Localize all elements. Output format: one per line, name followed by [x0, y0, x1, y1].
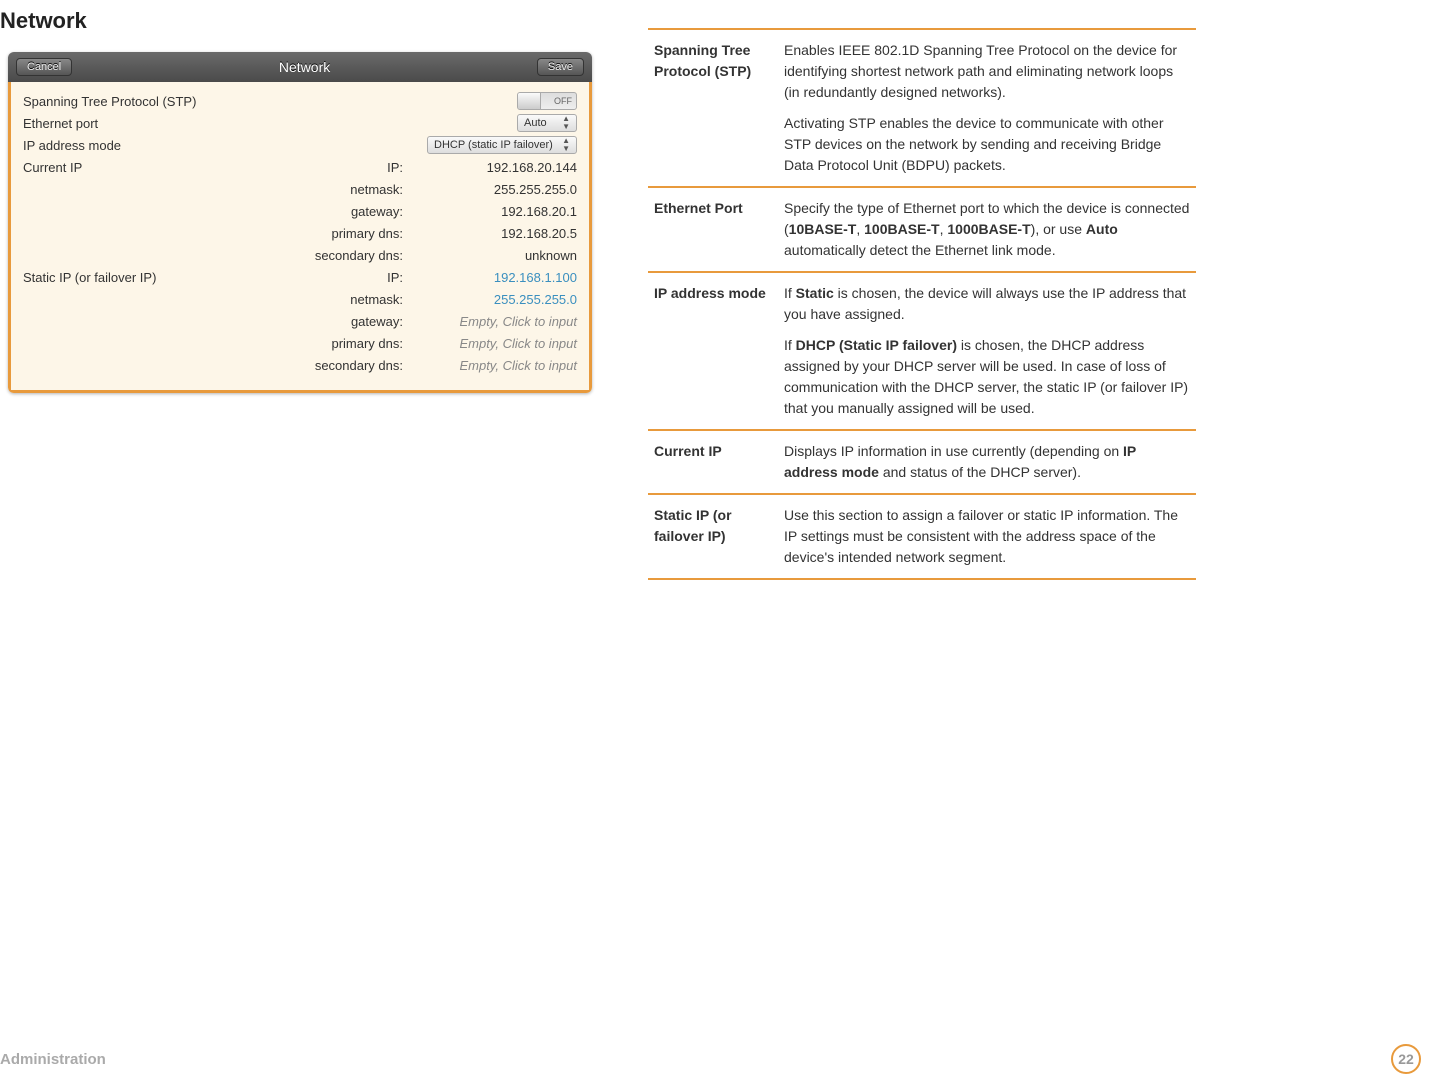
- definitions-column: Spanning Tree Protocol (STP) Enables IEE…: [648, 28, 1196, 580]
- def-term-current: Current IP: [648, 430, 778, 494]
- definitions-table: Spanning Tree Protocol (STP) Enables IEE…: [648, 28, 1196, 580]
- ethernet-select[interactable]: Auto ▲▼: [517, 114, 577, 132]
- stp-toggle[interactable]: OFF: [517, 92, 577, 110]
- current-ip-lbl: IP:: [387, 160, 427, 175]
- row-static-gateway: gateway: Empty, Click to input: [23, 310, 577, 332]
- row-static-ip: Static IP (or failover IP) IP: 192.168.1…: [23, 266, 577, 288]
- def-row-ethernet: Ethernet Port Specify the type of Ethern…: [648, 187, 1196, 272]
- def-ipmode-p1: If Static is chosen, the device will alw…: [784, 283, 1190, 325]
- ipmode-select[interactable]: DHCP (static IP failover) ▲▼: [427, 136, 577, 154]
- window-body: Spanning Tree Protocol (STP) OFF Etherne…: [8, 82, 592, 393]
- row-ipmode: IP address mode DHCP (static IP failover…: [23, 134, 577, 156]
- page-title: Network: [0, 8, 87, 34]
- window-titlebar: Cancel Network Save: [8, 52, 592, 82]
- def-static-p1: Use this section to assign a failover or…: [784, 505, 1190, 568]
- def-desc-eth: Specify the type of Ethernet port to whi…: [778, 187, 1196, 272]
- row-static-pdns: primary dns: Empty, Click to input: [23, 332, 577, 354]
- static-gateway-lbl: gateway:: [351, 314, 427, 329]
- row-current-sdns: secondary dns: unknown: [23, 244, 577, 266]
- row-current-netmask: netmask: 255.255.255.0: [23, 178, 577, 200]
- current-netmask-lbl: netmask:: [350, 182, 427, 197]
- def-row-ipmode: IP address mode If Static is chosen, the…: [648, 272, 1196, 430]
- row-ethernet: Ethernet port Auto ▲▼: [23, 112, 577, 134]
- def-desc-current: Displays IP information in use currently…: [778, 430, 1196, 494]
- row-static-sdns: secondary dns: Empty, Click to input: [23, 354, 577, 376]
- currentip-label: Current IP: [23, 160, 82, 175]
- def-desc-static: Use this section to assign a failover or…: [778, 494, 1196, 579]
- ipmode-label: IP address mode: [23, 138, 121, 153]
- current-pdns-lbl: primary dns:: [331, 226, 427, 241]
- static-pdns-lbl: primary dns:: [331, 336, 427, 351]
- def-term-ipmode: IP address mode: [648, 272, 778, 430]
- def-eth-p1: Specify the type of Ethernet port to whi…: [784, 198, 1190, 261]
- row-current-ip: Current IP IP: 192.168.20.144: [23, 156, 577, 178]
- static-ip-val[interactable]: 192.168.1.100: [427, 270, 577, 285]
- static-netmask-val[interactable]: 255.255.255.0: [427, 292, 577, 307]
- save-button[interactable]: Save: [537, 58, 584, 76]
- current-gateway-lbl: gateway:: [351, 204, 427, 219]
- footer-section-label: Administration: [0, 1051, 106, 1068]
- def-term-stp: Spanning Tree Protocol (STP): [648, 29, 778, 187]
- row-stp: Spanning Tree Protocol (STP) OFF: [23, 90, 577, 112]
- staticip-label: Static IP (or failover IP): [23, 270, 156, 285]
- current-pdns-val: 192.168.20.5: [427, 226, 577, 241]
- current-netmask-val: 255.255.255.0: [427, 182, 577, 197]
- def-desc-ipmode: If Static is chosen, the device will alw…: [778, 272, 1196, 430]
- screenshot-panel: Cancel Network Save Spanning Tree Protoc…: [8, 52, 592, 393]
- page-number-badge: 22: [1391, 1044, 1421, 1074]
- network-window: Cancel Network Save Spanning Tree Protoc…: [8, 52, 592, 393]
- current-sdns-lbl: secondary dns:: [315, 248, 427, 263]
- ipmode-select-value: DHCP (static IP failover): [434, 139, 553, 151]
- static-gateway-val[interactable]: Empty, Click to input: [427, 314, 577, 329]
- stp-label: Spanning Tree Protocol (STP): [23, 94, 196, 109]
- window-title: Network: [279, 59, 330, 75]
- static-ip-lbl: IP:: [387, 270, 427, 285]
- def-row-staticip: Static IP (or failover IP) Use this sect…: [648, 494, 1196, 579]
- row-current-gateway: gateway: 192.168.20.1: [23, 200, 577, 222]
- def-row-stp: Spanning Tree Protocol (STP) Enables IEE…: [648, 29, 1196, 187]
- cancel-button[interactable]: Cancel: [16, 58, 72, 76]
- def-row-currentip: Current IP Displays IP information in us…: [648, 430, 1196, 494]
- current-gateway-val: 192.168.20.1: [427, 204, 577, 219]
- def-term-static: Static IP (or failover IP): [648, 494, 778, 579]
- ethernet-select-value: Auto: [524, 117, 547, 129]
- def-ipmode-p2: If DHCP (Static IP failover) is chosen, …: [784, 335, 1190, 419]
- current-ip-val: 192.168.20.144: [427, 160, 577, 175]
- updown-icon: ▲▼: [562, 115, 570, 131]
- def-desc-stp: Enables IEEE 802.1D Spanning Tree Protoc…: [778, 29, 1196, 187]
- updown-icon: ▲▼: [562, 137, 570, 153]
- static-sdns-val[interactable]: Empty, Click to input: [427, 358, 577, 373]
- row-static-netmask: netmask: 255.255.255.0: [23, 288, 577, 310]
- ethernet-label: Ethernet port: [23, 116, 98, 131]
- def-current-p1: Displays IP information in use currently…: [784, 441, 1190, 483]
- row-current-pdns: primary dns: 192.168.20.5: [23, 222, 577, 244]
- def-term-eth: Ethernet Port: [648, 187, 778, 272]
- current-sdns-val: unknown: [427, 248, 577, 263]
- static-sdns-lbl: secondary dns:: [315, 358, 427, 373]
- def-stp-p2: Activating STP enables the device to com…: [784, 113, 1190, 176]
- static-pdns-val[interactable]: Empty, Click to input: [427, 336, 577, 351]
- static-netmask-lbl: netmask:: [350, 292, 427, 307]
- def-stp-p1: Enables IEEE 802.1D Spanning Tree Protoc…: [784, 40, 1190, 103]
